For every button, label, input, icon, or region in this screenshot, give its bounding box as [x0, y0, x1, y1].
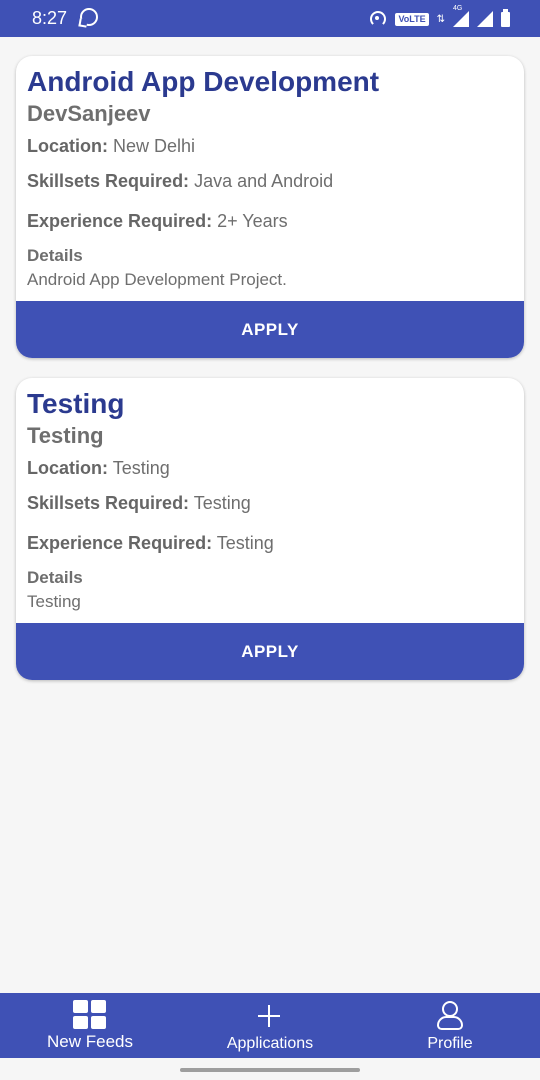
volte-badge: VoLTE [395, 12, 429, 26]
experience-label: Experience Required: [27, 211, 213, 231]
battery-icon [501, 8, 510, 27]
gesture-area [0, 1058, 540, 1080]
company-name: DevSanjeev [27, 101, 151, 126]
details-text: Testing [27, 592, 81, 611]
company-name: Testing [27, 423, 104, 448]
nav-label-new-feeds: New Feeds [47, 1032, 133, 1051]
skills-value: Java and Android [194, 171, 334, 191]
experience-value: Testing [216, 533, 274, 553]
nav-label-profile: Profile [427, 1035, 473, 1052]
job-title: Testing [27, 388, 125, 419]
job-card: Testing Testing Location: Testing Skills… [16, 378, 524, 680]
network-type-label: 4G [453, 5, 463, 12]
whatsapp-icon [80, 8, 98, 26]
experience-line: Experience Required: 2+ Years [27, 211, 288, 232]
location-value: New Delhi [113, 136, 196, 156]
skills-label: Skillsets Required: [27, 493, 190, 513]
location-label: Location: [27, 136, 108, 156]
status-bar: 8:27 VoLTE ⇅ 4G [0, 0, 540, 37]
experience-label: Experience Required: [27, 533, 213, 553]
plus-icon [258, 1005, 280, 1027]
skills-value: Testing [193, 493, 251, 513]
person-icon [436, 1001, 464, 1031]
status-icons: VoLTE ⇅ 4G [369, 5, 510, 29]
apply-button[interactable]: APPLY [16, 623, 524, 680]
nav-label-applications: Applications [226, 1035, 314, 1052]
location-value: Testing [112, 458, 170, 478]
skills-line: Skillsets Required: Java and Android [27, 171, 333, 192]
data-arrows-icon: ⇅ [436, 13, 445, 25]
nav-item-applications[interactable]: Applications [180, 993, 360, 1058]
location-line: Location: Testing [27, 458, 170, 479]
experience-value: 2+ Years [217, 211, 288, 231]
job-title: Android App Development [27, 66, 380, 97]
signal-icon-2 [477, 11, 493, 27]
skills-label: Skillsets Required: [27, 171, 190, 191]
nav-item-new-feeds[interactable]: New Feeds [0, 993, 180, 1058]
apply-button[interactable]: APPLY [16, 301, 524, 358]
location-line: Location: New Delhi [27, 136, 195, 157]
bottom-navigation: New Feeds Applications Profile [0, 993, 540, 1058]
job-card: Android App Development DevSanjeev Locat… [16, 56, 524, 358]
nav-item-profile[interactable]: Profile [360, 993, 540, 1058]
location-label: Location: [27, 458, 108, 478]
skills-line: Skillsets Required: Testing [27, 493, 251, 514]
status-time: 8:27 [32, 8, 68, 28]
hotspot-icon [369, 10, 387, 28]
signal-icon: 4G [453, 5, 469, 27]
details-label: Details [27, 568, 83, 587]
details-text: Android App Development Project. [27, 270, 287, 289]
grid-icon [73, 1000, 106, 1029]
experience-line: Experience Required: Testing [27, 533, 274, 554]
details-label: Details [27, 246, 83, 265]
gesture-bar[interactable] [180, 1068, 360, 1072]
